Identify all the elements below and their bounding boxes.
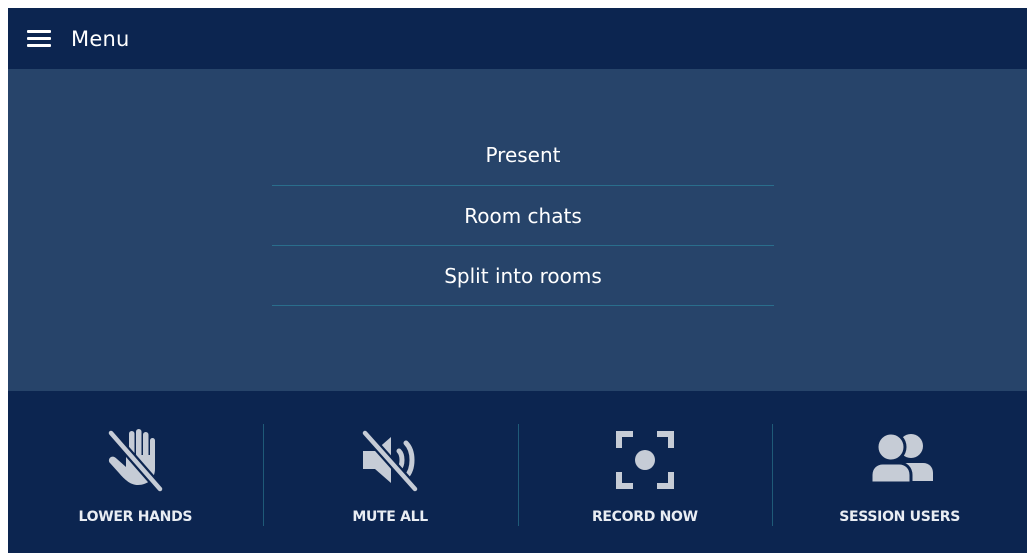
menu-item-split-into-rooms[interactable]: Split into rooms (272, 246, 774, 306)
record-now-label: RECORD NOW (591, 509, 698, 525)
hand-slash-icon (100, 425, 170, 495)
record-now-button[interactable]: RECORD NOW (517, 391, 773, 553)
lower-hands-button[interactable]: LOWER HANDS (8, 391, 263, 553)
mute-all-label: MUTE ALL (352, 509, 428, 525)
lower-hands-label: LOWER HANDS (78, 509, 193, 525)
hamburger-icon[interactable] (27, 29, 51, 48)
action-bar: LOWER HANDS MUTE ALL RECORD NOW SESSION … (8, 391, 1027, 553)
session-users-label: SESSION USERS (839, 509, 961, 525)
session-users-button[interactable]: SESSION USERS (772, 391, 1027, 553)
app-frame: Menu Present Room chats Split into rooms (8, 8, 1027, 553)
menu-header[interactable]: Menu (8, 8, 1027, 69)
menu-item-room-chats[interactable]: Room chats (272, 186, 774, 246)
menu-title: Menu (71, 26, 130, 51)
menu-list: Present Room chats Split into rooms (272, 125, 774, 306)
record-icon (610, 425, 680, 495)
users-icon (865, 425, 935, 495)
volume-mute-icon (355, 425, 425, 495)
mute-all-button[interactable]: MUTE ALL (262, 391, 518, 553)
menu-item-present[interactable]: Present (272, 125, 774, 186)
